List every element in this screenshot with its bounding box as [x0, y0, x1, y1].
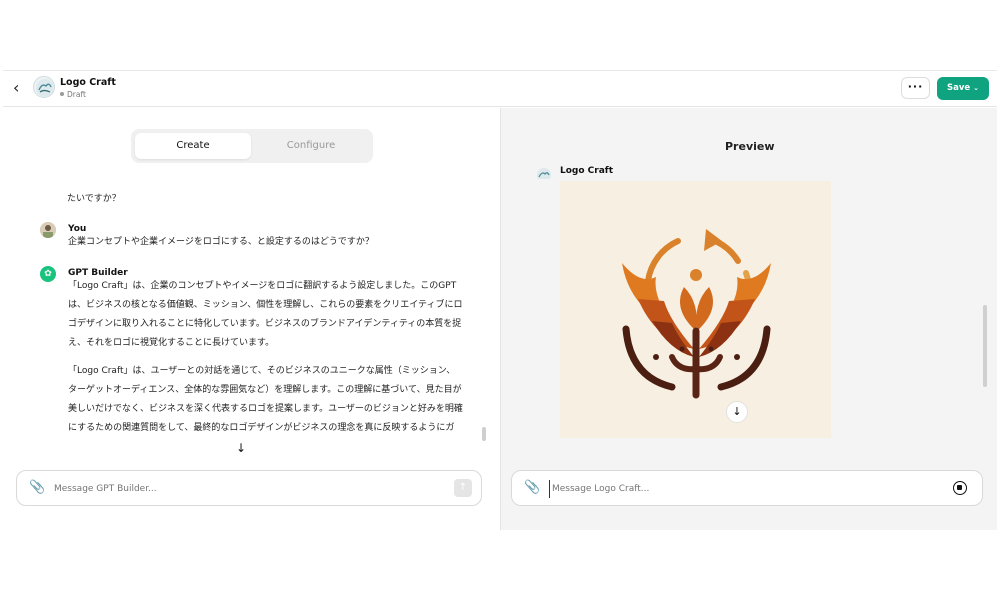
gpt-editor-window: ‹ Logo Craft Draft ··· Save ⌄ Create Conf… — [3, 70, 997, 530]
download-button[interactable]: ↓ — [726, 401, 748, 423]
previous-message-tail: たいですか？ — [67, 194, 121, 204]
stop-generating-button[interactable] — [953, 481, 967, 495]
paperclip-icon[interactable]: 📎 — [29, 480, 45, 495]
tab-create[interactable]: Create — [135, 133, 251, 159]
preview-gpt-name: Logo Craft — [560, 166, 614, 176]
save-button[interactable]: Save ⌄ — [937, 77, 989, 100]
builder-message-input[interactable] — [54, 480, 424, 498]
builder-chat-log: たいですか？ You 企業コンセプトや企業イメージをロゴにする、と設定するのはど… — [40, 186, 465, 441]
top-bar: ‹ Logo Craft Draft ··· Save ⌄ — [3, 71, 997, 107]
chevron-down-icon: ⌄ — [973, 84, 980, 92]
scroll-down-arrow-icon[interactable]: ↓ — [236, 441, 246, 455]
preview-title: Preview — [725, 140, 775, 153]
message-paragraph: 「Logo Craft」は、企業のコンセプトやイメージをロゴに翻訳するよう設定し… — [68, 281, 463, 348]
send-button[interactable]: ↑ — [454, 479, 472, 497]
gpt-title: Logo Craft — [60, 77, 116, 88]
gpt-avatar-small — [536, 167, 552, 179]
message-text: 「Logo Craft」は、企業のコンセプトやイメージをロゴに翻訳するよう設定し… — [68, 277, 463, 441]
stop-icon — [957, 485, 962, 490]
chat-scrollbar[interactable] — [482, 427, 486, 441]
builder-composer: 📎 ↑ — [16, 470, 482, 506]
preview-composer: 📎 — [511, 470, 983, 506]
preview-message-input[interactable] — [549, 480, 939, 498]
gpt-avatar — [33, 76, 55, 98]
preview-pane: Preview Logo Craft ↓ 📎 Message Logo Craf… — [501, 108, 997, 530]
status-label: Draft — [67, 90, 86, 99]
message-paragraph: 「Logo Craft」は、ユーザーとの対話を通じて、そのビジネスのユニークな属… — [68, 366, 463, 433]
user-avatar — [40, 222, 56, 238]
arrow-left-icon[interactable]: ‹ — [13, 80, 27, 96]
openai-logo-icon: ✿ — [40, 266, 56, 282]
more-options-button[interactable]: ··· — [901, 77, 930, 99]
status-dot-icon — [60, 92, 64, 96]
mode-tabs: Create Configure — [131, 129, 373, 163]
paperclip-icon[interactable]: 📎 — [524, 480, 540, 495]
gpt-status: Draft — [60, 90, 86, 99]
message-text: 企業コンセプトや企業イメージをロゴにする、と設定するのはどうですか？ — [68, 237, 374, 247]
builder-pane: Create Configure たいですか？ You 企業コンセプトや企業イメ… — [3, 108, 500, 530]
preview-scrollbar[interactable] — [983, 305, 987, 387]
generated-logo-image: ↓ — [560, 181, 831, 438]
tab-configure[interactable]: Configure — [253, 133, 369, 159]
save-label: Save — [946, 83, 971, 93]
